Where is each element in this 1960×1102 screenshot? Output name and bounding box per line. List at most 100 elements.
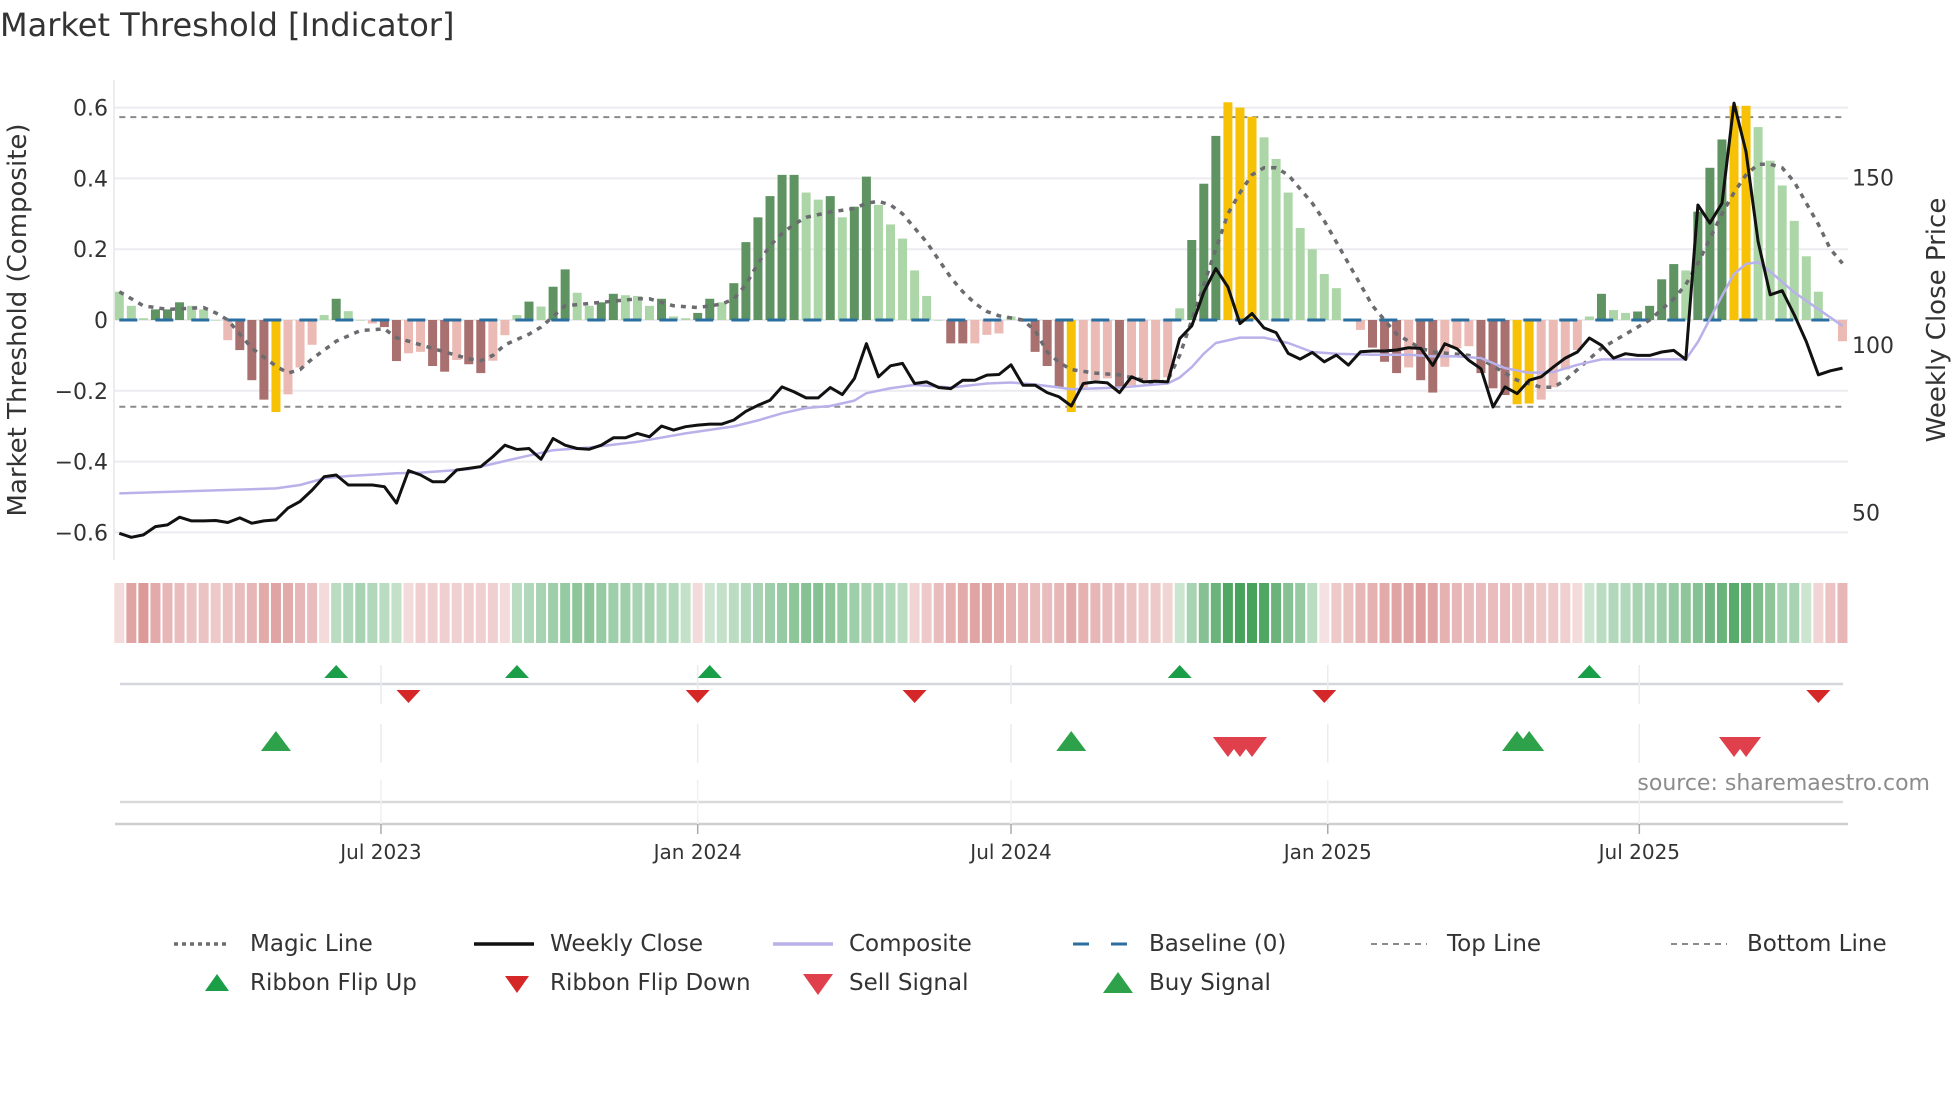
legend-label: Top Line	[1447, 931, 1542, 957]
histogram-bar	[765, 196, 775, 320]
legend-label: Bottom Line	[1747, 931, 1887, 957]
histogram-bar	[994, 320, 1004, 334]
histogram-bar	[861, 176, 871, 320]
ribbon-cell	[1018, 583, 1029, 643]
ribbon-cell	[307, 583, 318, 643]
ribbon-cell	[837, 583, 848, 643]
ribbon-cell	[1560, 583, 1571, 643]
legend-item: Top Line	[1371, 929, 1541, 959]
triangle-up-icon	[205, 974, 229, 991]
histogram-bar	[1488, 320, 1498, 389]
histogram-bar	[789, 174, 799, 320]
ribbon-flip-up-marker	[504, 665, 529, 678]
histogram-bar	[729, 283, 739, 320]
ribbon-cell	[451, 583, 462, 643]
ribbon-cell	[1463, 583, 1474, 643]
ribbon-cell	[210, 583, 221, 643]
histogram-bar	[946, 320, 956, 344]
histogram-bar	[1584, 316, 1594, 320]
ribbon-cell	[813, 583, 824, 643]
histogram-bar	[1235, 107, 1245, 320]
legend-label: Ribbon Flip Up	[250, 970, 417, 996]
histogram-bar	[837, 217, 847, 320]
ribbon-cell	[801, 583, 812, 643]
histogram-bar	[150, 309, 160, 320]
histogram-bar	[681, 318, 691, 320]
ribbon-cell	[1415, 583, 1426, 643]
histogram-bar	[1139, 320, 1149, 383]
ribbon-cell	[1777, 583, 1788, 643]
ribbon-cell	[1174, 583, 1185, 643]
ribbon-cell	[1186, 583, 1197, 643]
ribbon-cell	[644, 583, 655, 643]
y-tick-label: −0.2	[55, 380, 108, 405]
ribbon-cell	[1283, 583, 1294, 643]
histogram-bar	[922, 295, 932, 320]
ribbon-cell	[1367, 583, 1378, 643]
ribbon-cell	[1138, 583, 1149, 643]
ribbon-cell	[969, 583, 980, 643]
ribbon-cell	[909, 583, 920, 643]
histogram-bar	[283, 320, 293, 395]
weekly-close-swatch-icon	[474, 942, 534, 946]
ribbon-cell	[343, 583, 354, 643]
histogram-bar	[705, 298, 715, 320]
histogram-bar	[1211, 135, 1221, 320]
histogram-bar	[1500, 320, 1510, 396]
histogram-bar	[813, 199, 823, 320]
ribbon-cell	[499, 583, 510, 643]
histogram-bar	[1645, 305, 1655, 320]
ribbon-cell	[524, 583, 534, 643]
ribbon-cell	[1391, 583, 1402, 643]
y2-tick-label: 100	[1852, 334, 1894, 359]
histogram-bar	[584, 305, 594, 320]
ribbon-cell	[222, 583, 233, 643]
histogram-bar	[416, 320, 426, 352]
ribbon-cell	[1572, 583, 1583, 643]
ribbon-cell	[704, 583, 715, 643]
legend-label: Ribbon Flip Down	[550, 970, 751, 996]
histogram-bar	[440, 320, 450, 372]
ribbon-cell	[258, 583, 269, 643]
ribbon-cell	[1620, 583, 1631, 643]
ribbon-cell	[849, 583, 860, 643]
ribbon-cell	[475, 583, 486, 643]
ribbon-cell	[1054, 583, 1065, 643]
histogram-bar	[801, 192, 811, 320]
histogram-bar	[452, 320, 462, 361]
histogram-bar	[596, 302, 606, 320]
histogram-bar	[825, 196, 835, 320]
ribbon-cell	[1837, 583, 1848, 643]
ribbon-cell	[1716, 583, 1727, 643]
ribbon-cell	[1729, 583, 1739, 643]
ribbon-cell	[632, 583, 643, 643]
ribbon-cell	[511, 583, 522, 643]
ribbon-cell	[789, 583, 800, 643]
ribbon-cell	[536, 583, 547, 643]
ribbon-cell	[1162, 583, 1173, 643]
ribbon-cell	[1451, 583, 1462, 643]
histogram-bar	[1271, 158, 1281, 320]
histogram-bar	[608, 293, 618, 320]
ribbon-cell	[1427, 583, 1438, 643]
histogram-bar	[645, 305, 654, 320]
ribbon-cell	[1668, 583, 1679, 643]
ribbon-cell	[572, 583, 583, 643]
ribbon-cell	[162, 583, 173, 643]
y2-tick-label: 50	[1852, 502, 1880, 527]
ribbon-cell	[740, 583, 751, 643]
ribbon-cell	[825, 583, 836, 643]
histogram-bar	[536, 306, 546, 320]
ribbon-cell	[1753, 583, 1764, 643]
legend-label: Sell Signal	[849, 970, 969, 996]
ribbon-cell	[1536, 583, 1547, 643]
ribbon-cell	[885, 583, 896, 643]
ribbon-cell	[174, 583, 185, 643]
magic-line	[118, 162, 1844, 390]
triangle-down-icon	[505, 976, 529, 993]
bottom-line-swatch-icon	[1671, 943, 1727, 945]
ribbon-cell	[1247, 583, 1257, 643]
ribbon-cell	[1234, 583, 1245, 643]
ribbon-cell	[1500, 583, 1511, 643]
histogram-bar	[1331, 288, 1341, 320]
